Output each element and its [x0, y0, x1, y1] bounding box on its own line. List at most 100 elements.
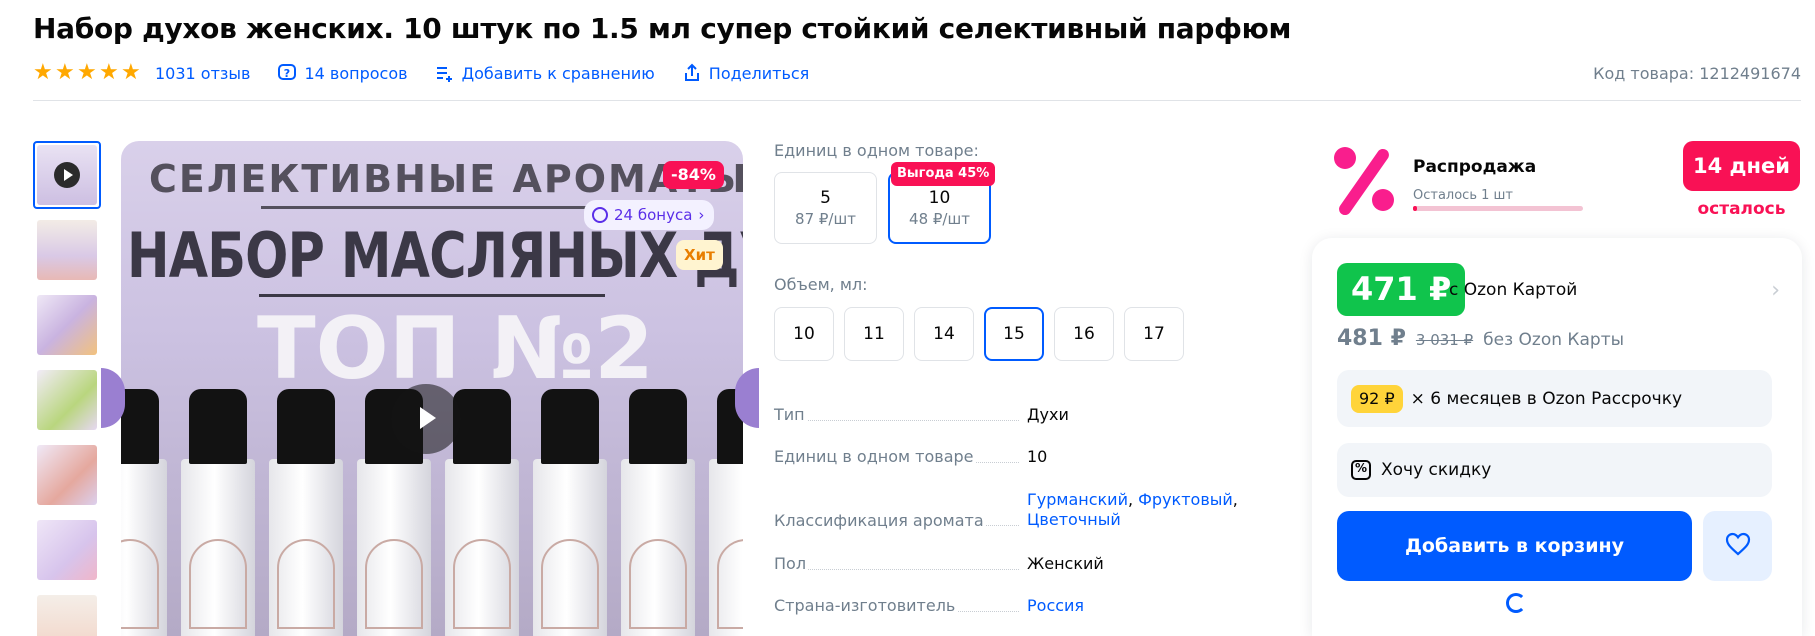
reviews-count: 1031 отзыв [155, 63, 251, 83]
compare-label: Добавить к сравнению [461, 63, 655, 83]
play-video-icon[interactable] [391, 384, 461, 454]
volume-selector: 10 11 14 15 16 17 [774, 307, 1254, 361]
bonus-badge[interactable]: 24 бонуса › [584, 200, 715, 230]
spec-row: Единиц в одном товаре 10 [774, 447, 1254, 467]
thumbnail[interactable] [33, 216, 101, 284]
spec-link[interactable]: Гурманский [1027, 490, 1128, 509]
buy-box: 471 ₽ с Ozon Картой › 481 ₽ 3 031 ₽ без … [1312, 238, 1802, 636]
question-icon: ? [276, 62, 298, 84]
heart-icon [1725, 532, 1751, 560]
gallery-thumbnails [33, 141, 103, 636]
discount-label: Хочу скидку [1381, 460, 1492, 480]
spec-value: Гурманский, Фруктовый, Цветочный [1027, 490, 1238, 529]
unit-value: 5 [820, 188, 831, 208]
stock-progress-bar [1413, 206, 1583, 211]
units-label: Единиц в одном товаре: [774, 141, 979, 160]
regular-price-row: 481 ₽ 3 031 ₽ без Ozon Карты [1337, 326, 1624, 351]
volume-option[interactable]: 11 [844, 307, 904, 361]
thumbnail[interactable] [33, 591, 101, 636]
thumbnail[interactable] [33, 441, 101, 509]
promo-title: Распродажа [1413, 157, 1537, 177]
image-caption-1: СЕЛЕКТИВНЫЕ АРОМАТЫ [149, 157, 743, 201]
product-title: Набор духов женских. 10 штук по 1.5 мл с… [33, 12, 1292, 45]
discount-badge: -84% [663, 161, 724, 189]
questions-link[interactable]: ? 14 вопросов [276, 62, 408, 84]
compare-list-icon [434, 62, 456, 84]
spec-key: Страна-изготовитель [774, 596, 958, 615]
play-icon [54, 162, 80, 188]
share-link[interactable]: Поделиться [681, 62, 810, 84]
bonus-label: 24 бонуса [614, 206, 693, 224]
want-discount-button[interactable]: Хочу скидку [1337, 443, 1772, 497]
discount-tag-icon [1351, 460, 1371, 480]
product-meta-row: ★ ★ ★ ★ ★ 1031 отзыв ? 14 вопросов Добав… [33, 60, 1801, 86]
volume-option[interactable]: 16 [1054, 307, 1114, 361]
volume-option-selected[interactable]: 15 [984, 307, 1044, 361]
share-icon [681, 62, 703, 84]
days-left-badge: 14 дней [1683, 141, 1800, 191]
spec-key: Единиц в одном товаре [774, 447, 976, 466]
thumbnail-video[interactable] [33, 141, 101, 209]
installment-amount: 92 ₽ [1351, 384, 1403, 413]
spec-key: Пол [774, 554, 809, 573]
questions-count: 14 вопросов [304, 63, 408, 83]
product-sku: Код товара: 1212491674 [1593, 63, 1801, 83]
share-label: Поделиться [708, 63, 810, 83]
volume-option[interactable]: 14 [914, 307, 974, 361]
svg-text:?: ? [284, 67, 290, 80]
reviews-link[interactable]: 1031 отзыв [155, 64, 250, 83]
image-underline [259, 294, 605, 297]
volume-option[interactable]: 10 [774, 307, 834, 361]
spec-link[interactable]: Цветочный [1027, 510, 1121, 529]
rating-stars[interactable]: ★ ★ ★ ★ ★ [33, 60, 141, 85]
thumbnail[interactable] [33, 291, 101, 359]
old-price: 3 031 ₽ [1415, 331, 1474, 349]
thumbnail[interactable] [33, 366, 101, 434]
regular-price: 481 ₽ [1337, 326, 1406, 351]
percent-icon [1326, 143, 1402, 219]
spec-row: Тип Духи [774, 405, 1254, 425]
spec-row: Классификация аромата Гурманский, Фрукто… [774, 490, 1254, 530]
unit-option-10[interactable]: Выгода 45% 10 48 ₽/шт [888, 162, 996, 244]
star-icon: ★ [99, 60, 119, 85]
unit-price: 87 ₽/шт [795, 210, 856, 228]
spec-link[interactable]: Россия [1027, 596, 1084, 615]
hit-badge: Хит [676, 240, 723, 270]
unit-value: 10 [928, 188, 951, 208]
volume-label: Объем, мл: [774, 275, 868, 294]
spec-key: Тип [774, 405, 807, 424]
spec-value: Духи [1027, 405, 1069, 424]
product-options: Единиц в одном товаре: 5 87 ₽/шт Выгода … [774, 141, 1254, 615]
chevron-right-icon[interactable]: › [1771, 278, 1780, 303]
unit-option-5[interactable]: 5 87 ₽/шт [774, 172, 877, 244]
units-selector: 5 87 ₽/шт Выгода 45% 10 48 ₽/шт [774, 162, 1254, 244]
loading-spinner-icon [1506, 593, 1526, 613]
header-divider [33, 100, 1801, 101]
installment-offer[interactable]: 92 ₽ × 6 месяцев в Ozon Рассрочку [1337, 370, 1772, 427]
spec-value: Женский [1027, 554, 1104, 573]
benefit-badge: Выгода 45% [891, 162, 996, 186]
image-caption-3: ТОП №2 [257, 299, 654, 399]
star-icon: ★ [55, 60, 75, 85]
spec-key: Классификация аромата [774, 511, 986, 530]
star-icon: ★ [33, 60, 53, 85]
compare-link[interactable]: Добавить к сравнению [434, 62, 655, 84]
thumbnail[interactable] [33, 516, 101, 584]
favorite-button[interactable] [1703, 511, 1772, 581]
ozon-card-price: 471 ₽ [1337, 263, 1466, 316]
ozon-card-label: с Ozon Картой [1449, 280, 1578, 300]
spec-value: 10 [1027, 447, 1048, 466]
installment-text: × 6 месяцев в Ozon Рассрочку [1410, 388, 1683, 409]
spec-link[interactable]: Фруктовый [1138, 490, 1233, 509]
chevron-right-icon: › [698, 206, 705, 224]
add-to-cart-button[interactable]: Добавить в корзину [1337, 511, 1692, 581]
unit-price: 48 ₽/шт [909, 210, 970, 228]
spec-row: Страна-изготовитель Россия [774, 596, 1254, 616]
promo-subtitle: Осталось 1 шт [1413, 188, 1513, 203]
star-icon: ★ [77, 60, 97, 85]
star-icon: ★ [121, 60, 141, 85]
spec-row: Пол Женский [774, 554, 1254, 574]
days-left-label: осталось [1697, 199, 1786, 219]
bonus-icon [592, 207, 608, 223]
volume-option[interactable]: 17 [1124, 307, 1184, 361]
